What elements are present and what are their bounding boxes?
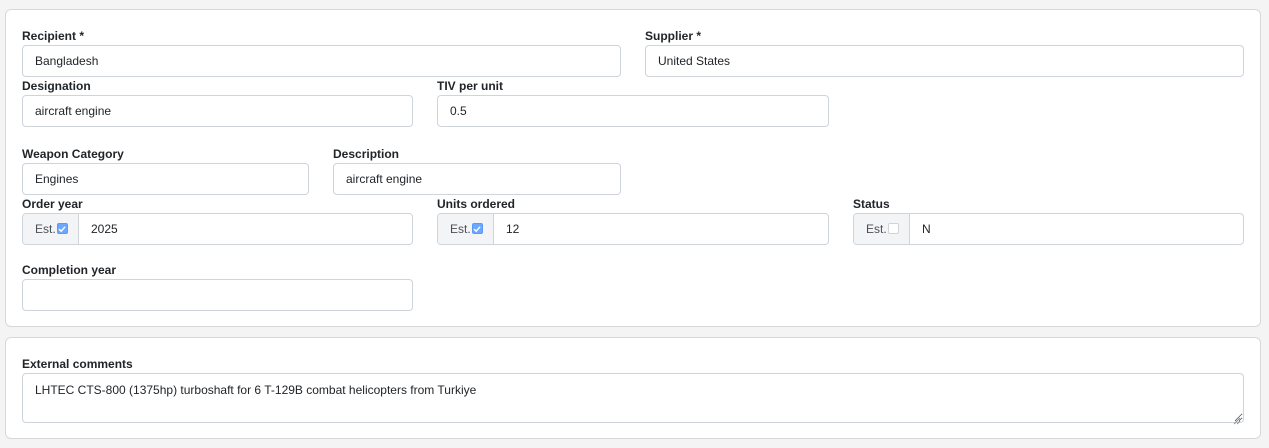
description-field: Description aircraft engine: [333, 147, 621, 195]
supplier-label: Supplier *: [645, 29, 702, 43]
status-est-label: Est.: [866, 222, 887, 236]
weapon-category-input[interactable]: Engines: [22, 163, 309, 195]
units-ordered-group: Est. 12: [437, 213, 829, 245]
description-input[interactable]: aircraft engine: [333, 163, 621, 195]
external-comments-field: External comments LHTEC CTS-800 (1375hp)…: [22, 357, 1244, 428]
completion-year-input[interactable]: [22, 279, 413, 311]
order-year-est-addon: Est.: [23, 214, 79, 244]
order-year-input[interactable]: 2025: [79, 214, 412, 244]
order-year-est-checkbox[interactable]: [56, 223, 68, 234]
order-year-field: Order year Est. 2025: [22, 197, 413, 245]
external-comments-label: External comments: [22, 357, 133, 371]
tiv-per-unit-input[interactable]: 0.5: [437, 95, 829, 127]
order-year-est-label: Est.: [35, 222, 56, 236]
supplier-field: Supplier * United States: [645, 29, 1244, 77]
units-ordered-input[interactable]: 12: [494, 214, 828, 244]
units-ordered-label: Units ordered: [437, 197, 516, 211]
recipient-input[interactable]: Bangladesh: [22, 45, 621, 77]
units-ordered-est-checkbox[interactable]: [471, 223, 483, 234]
status-label: Status: [853, 197, 890, 211]
description-label: Description: [333, 147, 400, 161]
units-ordered-field: Units ordered Est. 12: [437, 197, 829, 245]
status-est-checkbox[interactable]: [887, 223, 899, 234]
supplier-input[interactable]: United States: [645, 45, 1244, 77]
units-ordered-est-label: Est.: [450, 222, 471, 236]
recipient-field: Recipient * Bangladesh: [22, 29, 621, 77]
designation-input[interactable]: aircraft engine: [22, 95, 413, 127]
completion-year-field: Completion year: [22, 263, 413, 311]
weapon-category-field: Weapon Category Engines: [22, 147, 309, 195]
resize-grip-icon[interactable]: [1233, 417, 1241, 425]
status-group: Est. N: [853, 213, 1244, 245]
weapon-category-label: Weapon Category: [22, 147, 124, 161]
external-comments-textarea[interactable]: LHTEC CTS-800 (1375hp) turboshaft for 6 …: [22, 373, 1244, 423]
completion-year-label: Completion year: [22, 263, 117, 277]
tiv-per-unit-label: TIV per unit: [437, 79, 503, 93]
designation-field: Designation aircraft engine: [22, 79, 413, 127]
comments-card: External comments LHTEC CTS-800 (1375hp)…: [5, 337, 1261, 439]
order-year-group: Est. 2025: [22, 213, 413, 245]
tiv-per-unit-field: TIV per unit 0.5: [437, 79, 829, 127]
details-card: Recipient * Bangladesh Supplier * United…: [5, 9, 1261, 327]
units-ordered-est-addon: Est.: [438, 214, 494, 244]
order-year-label: Order year: [22, 197, 83, 211]
checkmark-icon: [58, 225, 66, 232]
checkmark-icon: [473, 225, 481, 232]
status-input[interactable]: N: [910, 214, 1243, 244]
recipient-label: Recipient *: [22, 29, 85, 43]
status-est-addon: Est.: [854, 214, 910, 244]
designation-label: Designation: [22, 79, 91, 93]
status-field: Status Est. N: [853, 197, 1244, 245]
